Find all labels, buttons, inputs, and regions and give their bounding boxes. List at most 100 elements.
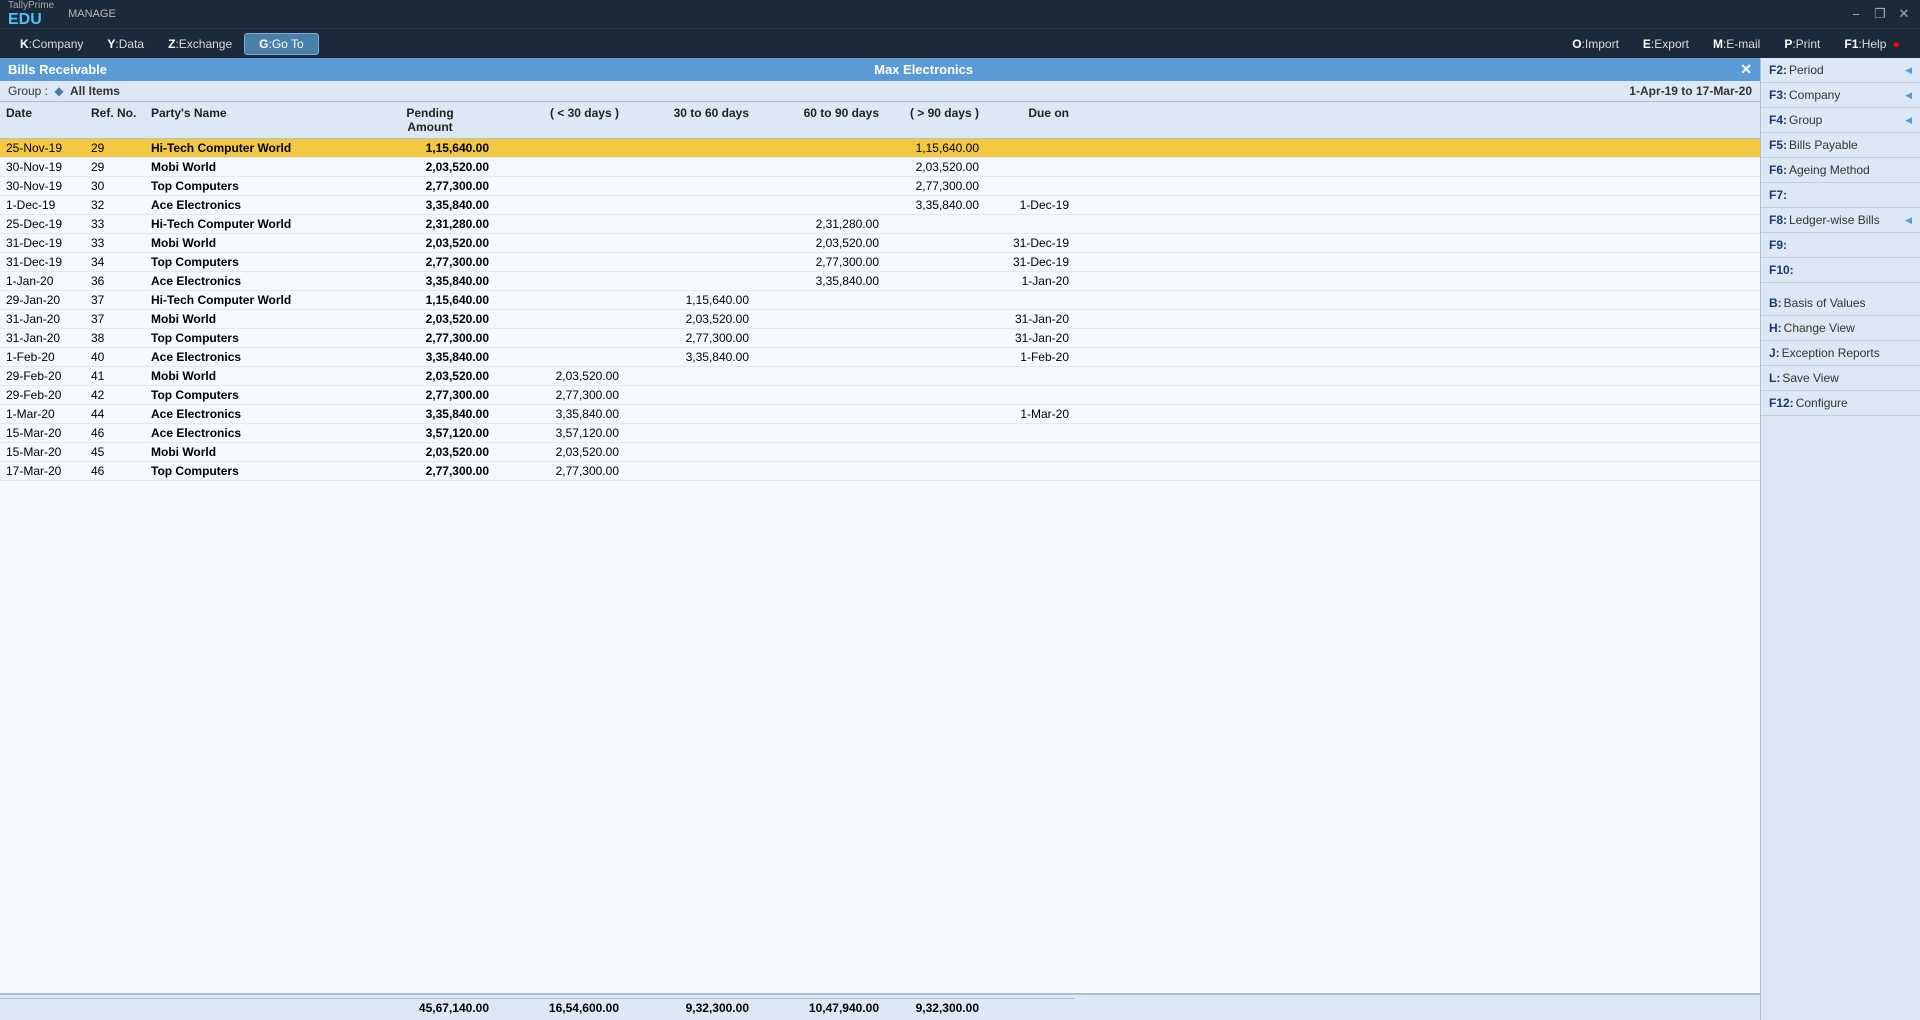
td-60to90 bbox=[755, 405, 885, 423]
tf-30to60: 9,32,300.00 bbox=[625, 998, 755, 1017]
td-30to60 bbox=[625, 462, 755, 480]
td-date: 31-Dec-19 bbox=[0, 234, 85, 252]
td-lt30 bbox=[495, 158, 625, 176]
sidebar-key: F6: bbox=[1769, 163, 1787, 177]
td-60to90 bbox=[755, 367, 885, 385]
td-60to90 bbox=[755, 386, 885, 404]
td-gt90 bbox=[885, 253, 985, 271]
group-info: Group : ◆ All Items bbox=[8, 84, 120, 98]
table-row[interactable]: 29-Feb-20 41 Mobi World 2,03,520.00 2,03… bbox=[0, 367, 1760, 386]
sidebar-item-b[interactable]: B:Basis of Values bbox=[1761, 291, 1920, 316]
table-row[interactable]: 1-Mar-20 44 Ace Electronics 3,35,840.00 … bbox=[0, 405, 1760, 424]
td-gt90 bbox=[885, 424, 985, 442]
sidebar-item-h[interactable]: H:Change View bbox=[1761, 316, 1920, 341]
td-gt90: 2,77,300.00 bbox=[885, 177, 985, 195]
table-row[interactable]: 29-Feb-20 42 Top Computers 2,77,300.00 2… bbox=[0, 386, 1760, 405]
sidebar-item-f6[interactable]: F6:Ageing Method bbox=[1761, 158, 1920, 183]
arrow-icon: ◀ bbox=[1905, 65, 1912, 76]
table-row[interactable]: 1-Jan-20 36 Ace Electronics 3,35,840.00 … bbox=[0, 272, 1760, 291]
table-row[interactable]: 30-Nov-19 30 Top Computers 2,77,300.00 2… bbox=[0, 177, 1760, 196]
close-report-button[interactable]: ✕ bbox=[1740, 61, 1752, 78]
td-30to60 bbox=[625, 139, 755, 157]
table-row[interactable]: 17-Mar-20 46 Top Computers 2,77,300.00 2… bbox=[0, 462, 1760, 481]
content-area: Bills Receivable Max Electronics ✕ Group… bbox=[0, 58, 1760, 1020]
td-party: Top Computers bbox=[145, 253, 365, 271]
td-dueon: 1-Feb-20 bbox=[985, 348, 1075, 366]
td-dueon: 1-Dec-19 bbox=[985, 196, 1075, 214]
td-30to60 bbox=[625, 272, 755, 290]
table-header: Date Ref. No. Party's Name Pending Amoun… bbox=[0, 102, 1760, 139]
menu-help[interactable]: F1:Help ● bbox=[1832, 33, 1912, 55]
table-row[interactable]: 31-Dec-19 34 Top Computers 2,77,300.00 2… bbox=[0, 253, 1760, 272]
minimize-button[interactable]: − bbox=[1848, 6, 1864, 22]
sidebar-item-f2[interactable]: F2:Period◀ bbox=[1761, 58, 1920, 83]
table-row[interactable]: 31-Dec-19 33 Mobi World 2,03,520.00 2,03… bbox=[0, 234, 1760, 253]
td-gt90 bbox=[885, 443, 985, 461]
td-60to90: 3,35,840.00 bbox=[755, 272, 885, 290]
table-row[interactable]: 25-Dec-19 33 Hi-Tech Computer World 2,31… bbox=[0, 215, 1760, 234]
table-row[interactable]: 1-Feb-20 40 Ace Electronics 3,35,840.00 … bbox=[0, 348, 1760, 367]
sidebar-key: F5: bbox=[1769, 138, 1787, 152]
menu-email-label: E-mail bbox=[1726, 37, 1760, 51]
table-row[interactable]: 15-Mar-20 46 Ace Electronics 3,57,120.00… bbox=[0, 424, 1760, 443]
report-header: Bills Receivable Max Electronics ✕ bbox=[0, 58, 1760, 81]
td-ref: 42 bbox=[85, 386, 145, 404]
td-date: 15-Mar-20 bbox=[0, 443, 85, 461]
td-60to90: 2,31,280.00 bbox=[755, 215, 885, 233]
menu-company-label: Company bbox=[32, 37, 83, 51]
sidebar-key: F8: bbox=[1769, 213, 1787, 227]
td-gt90 bbox=[885, 310, 985, 328]
td-date: 31-Dec-19 bbox=[0, 253, 85, 271]
table-row[interactable]: 15-Mar-20 45 Mobi World 2,03,520.00 2,03… bbox=[0, 443, 1760, 462]
group-symbol: ◆ bbox=[54, 84, 63, 98]
tf-dueon bbox=[985, 998, 1075, 1017]
sidebar-label: Basis of Values bbox=[1784, 296, 1866, 310]
menu-export[interactable]: E:Export bbox=[1631, 33, 1701, 55]
restore-button[interactable]: ❐ bbox=[1872, 6, 1888, 22]
menu-company[interactable]: K:Company bbox=[8, 33, 95, 55]
menu-import[interactable]: O:Import bbox=[1560, 33, 1631, 55]
td-gt90 bbox=[885, 386, 985, 404]
sidebar-item-f3[interactable]: F3:Company◀ bbox=[1761, 83, 1920, 108]
td-dueon: 31-Jan-20 bbox=[985, 310, 1075, 328]
td-ref: 33 bbox=[85, 234, 145, 252]
th-pending: Pending Amount bbox=[365, 104, 495, 136]
td-party: Top Computers bbox=[145, 386, 365, 404]
table-row[interactable]: 1-Dec-19 32 Ace Electronics 3,35,840.00 … bbox=[0, 196, 1760, 215]
sidebar-item-f4[interactable]: F4:Group◀ bbox=[1761, 108, 1920, 133]
td-30to60: 1,15,640.00 bbox=[625, 291, 755, 309]
table-row[interactable]: 29-Jan-20 37 Hi-Tech Computer World 1,15… bbox=[0, 291, 1760, 310]
arrow-icon: ◀ bbox=[1905, 215, 1912, 226]
td-60to90 bbox=[755, 196, 885, 214]
td-lt30 bbox=[495, 310, 625, 328]
menu-print[interactable]: P:Print bbox=[1772, 33, 1832, 55]
td-60to90 bbox=[755, 310, 885, 328]
sidebar-item-f12[interactable]: F12:Configure bbox=[1761, 391, 1920, 416]
menu-goto[interactable]: G:Go To bbox=[244, 33, 319, 55]
sidebar-item-f5[interactable]: F5:Bills Payable bbox=[1761, 133, 1920, 158]
td-30to60 bbox=[625, 158, 755, 176]
td-ref: 32 bbox=[85, 196, 145, 214]
sidebar-item-f8[interactable]: F8:Ledger-wise Bills◀ bbox=[1761, 208, 1920, 233]
sidebar-item-j[interactable]: J:Exception Reports bbox=[1761, 341, 1920, 366]
table-row[interactable]: 25-Nov-19 29 Hi-Tech Computer World 1,15… bbox=[0, 139, 1760, 158]
td-pending: 2,03,520.00 bbox=[365, 443, 495, 461]
table-row[interactable]: 31-Jan-20 37 Mobi World 2,03,520.00 2,03… bbox=[0, 310, 1760, 329]
menu-email[interactable]: M:E-mail bbox=[1701, 33, 1772, 55]
td-party: Mobi World bbox=[145, 234, 365, 252]
main-container: Bills Receivable Max Electronics ✕ Group… bbox=[0, 58, 1920, 1020]
td-pending: 3,35,840.00 bbox=[365, 405, 495, 423]
td-lt30 bbox=[495, 348, 625, 366]
table-footer: 45,67,140.00 16,54,600.00 9,32,300.00 10… bbox=[0, 993, 1760, 1020]
table-row[interactable]: 31-Jan-20 38 Top Computers 2,77,300.00 2… bbox=[0, 329, 1760, 348]
th-gt90: ( > 90 days ) bbox=[885, 104, 985, 136]
sidebar-item-l[interactable]: L:Save View bbox=[1761, 366, 1920, 391]
td-60to90 bbox=[755, 291, 885, 309]
th-lt30: ( < 30 days ) bbox=[495, 104, 625, 136]
td-gt90 bbox=[885, 234, 985, 252]
menu-data[interactable]: Y:Data bbox=[95, 33, 156, 55]
close-window-button[interactable]: ✕ bbox=[1896, 6, 1912, 22]
menu-exchange[interactable]: Z:Exchange bbox=[156, 33, 244, 55]
td-gt90 bbox=[885, 348, 985, 366]
table-row[interactable]: 30-Nov-19 29 Mobi World 2,03,520.00 2,03… bbox=[0, 158, 1760, 177]
